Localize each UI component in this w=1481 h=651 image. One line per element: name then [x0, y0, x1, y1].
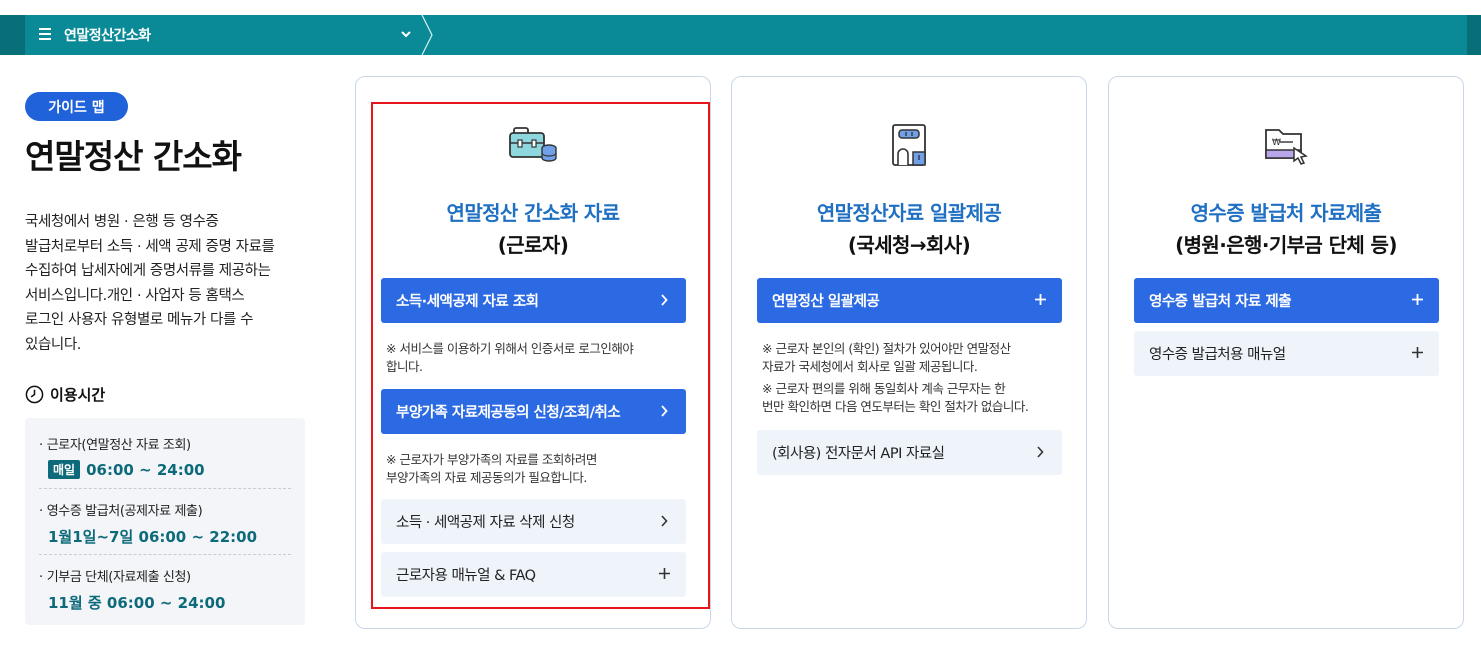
- card-subtitle: (근로자): [497, 233, 569, 257]
- button-label: 연말정산 일괄제공: [772, 294, 880, 310]
- deduction-delete-button[interactable]: 소득 · 세액공제 자료 삭제 신청: [381, 499, 686, 544]
- button-label: 부양가족 자료제공동의 신청/조회/취소: [396, 405, 621, 421]
- button-label: (회사용) 전자문서 API 자료실: [772, 446, 945, 462]
- plus-icon: [1035, 294, 1046, 305]
- hours-time-row: 매일 06:00 ~ 24:00: [48, 460, 289, 479]
- folder-cursor-icon: ₩: [1265, 129, 1308, 165]
- hours-time: 06:00 ~ 24:00: [86, 460, 205, 479]
- daily-badge: 매일: [48, 460, 81, 479]
- hours-box: 근로자(연말정산 자료 조회) 매일 06:00 ~ 24:00 영수증 발급처…: [25, 418, 305, 625]
- card-subtitle: (국세청→회사): [847, 233, 971, 257]
- hours-label: 근로자(연말정산 자료 조회): [39, 434, 289, 453]
- nav-right-edge: [1467, 15, 1481, 55]
- hours-heading: 이용시간: [25, 384, 105, 405]
- chevron-right-icon: [661, 405, 668, 417]
- chevron-right-icon: [661, 294, 668, 306]
- clock-icon: [25, 385, 44, 404]
- bulk-provide-button[interactable]: 연말정산 일괄제공: [757, 278, 1062, 323]
- card-employee: 연말정산 간소화 자료 (근로자) 소득·세액공제 자료 조회 ※ 서비스를 이…: [355, 76, 711, 629]
- chevron-down-icon: [401, 31, 411, 38]
- card-company: 연말정산자료 일괄제공 (국세청→회사) 연말정산 일괄제공 ※ 근로자 본인의…: [731, 76, 1087, 629]
- dependent-note: ※ 근로자가 부양가족의 자료를 조회하려면 부양가족의 자료 제공동의가 필요…: [386, 452, 597, 485]
- hours-time: 11월 중 06:00 ~ 24:00: [48, 594, 226, 612]
- divider: [39, 488, 291, 489]
- guide-map-badge: 가이드 맵: [25, 92, 128, 121]
- button-label: 근로자용 매뉴얼 & FAQ: [396, 568, 536, 584]
- top-nav-bar: 연말정산간소화: [0, 15, 1481, 55]
- svg-text:₩: ₩: [1272, 138, 1281, 148]
- button-label: 영수증 발급처용 매뉴얼: [1149, 347, 1286, 363]
- login-note: ※ 서비스를 이용하기 위해서 인증서로 로그인해야 합니다.: [386, 341, 634, 374]
- divider: [39, 554, 291, 555]
- hours-label: 영수증 발급처(공제자료 제출): [39, 500, 289, 519]
- breadcrumb-separator-icon: [421, 15, 433, 55]
- building-icon: [892, 124, 926, 166]
- employee-manual-faq-button[interactable]: 근로자용 매뉴얼 & FAQ: [381, 552, 686, 597]
- issuer-submit-button[interactable]: 영수증 발급처 자료 제출: [1134, 278, 1439, 323]
- api-archive-button[interactable]: (회사용) 전자문서 API 자료실: [757, 430, 1062, 475]
- dependent-consent-button[interactable]: 부양가족 자료제공동의 신청/조회/취소: [381, 389, 686, 434]
- card-title: 영수증 발급처 자료제출: [1190, 201, 1382, 225]
- deduction-lookup-button[interactable]: 소득·세액공제 자료 조회: [381, 278, 686, 323]
- card-subtitle: (병원·은행·기부금 단체 등): [1175, 233, 1397, 257]
- plus-icon: [659, 568, 670, 579]
- hours-item: 기부금 단체(자료제출 신청) 11월 중 06:00 ~ 24:00: [39, 566, 289, 613]
- button-label: 영수증 발급처 자료 제출: [1149, 294, 1292, 310]
- nav-menu-title: 연말정산간소화: [64, 28, 151, 44]
- confirm-note: ※ 근로자 본인의 (확인) 절차가 있어야만 연말정산 자료가 국세청에서 회…: [762, 341, 1011, 374]
- page-title: 연말정산 간소화: [25, 137, 242, 176]
- service-description: 국세청에서 병원 · 은행 등 영수증 발급처로부터 소득 · 세액 공제 증명…: [25, 214, 275, 353]
- issuer-manual-button[interactable]: 영수증 발급처용 매뉴얼: [1134, 331, 1439, 376]
- nav-menu-dropdown[interactable]: 연말정산간소화: [25, 15, 435, 55]
- briefcase-coins-icon: [509, 127, 557, 162]
- button-label: 소득·세액공제 자료 조회: [396, 294, 539, 310]
- nav-left-edge: [0, 15, 25, 55]
- hours-item: 근로자(연말정산 자료 조회) 매일 06:00 ~ 24:00: [39, 434, 289, 479]
- card-receipt-issuer: ₩ 영수증 발급처 자료제출 (병원·은행·기부금 단체 등) 영수증 발급처 …: [1108, 76, 1464, 629]
- hours-label: 기부금 단체(자료제출 신청): [39, 566, 289, 585]
- button-label: 소득 · 세액공제 자료 삭제 신청: [396, 515, 575, 531]
- card-title: 연말정산 간소화 자료: [446, 201, 621, 225]
- card-title: 연말정산자료 일괄제공: [816, 201, 1002, 225]
- hamburger-icon: [39, 28, 51, 40]
- chevron-right-icon: [661, 515, 668, 527]
- chevron-right-icon: [1037, 446, 1044, 458]
- continuing-employee-note: ※ 근로자 편의를 위해 동일회사 계속 근무자는 한 번만 확인하면 다음 연…: [762, 381, 1029, 414]
- hours-time: 1월1일~7일 06:00 ~ 22:00: [48, 528, 258, 546]
- hours-title: 이용시간: [50, 386, 106, 404]
- plus-icon: [1412, 294, 1423, 305]
- plus-icon: [1412, 347, 1423, 358]
- hours-item: 영수증 발급처(공제자료 제출) 1월1일~7일 06:00 ~ 22:00: [39, 500, 289, 547]
